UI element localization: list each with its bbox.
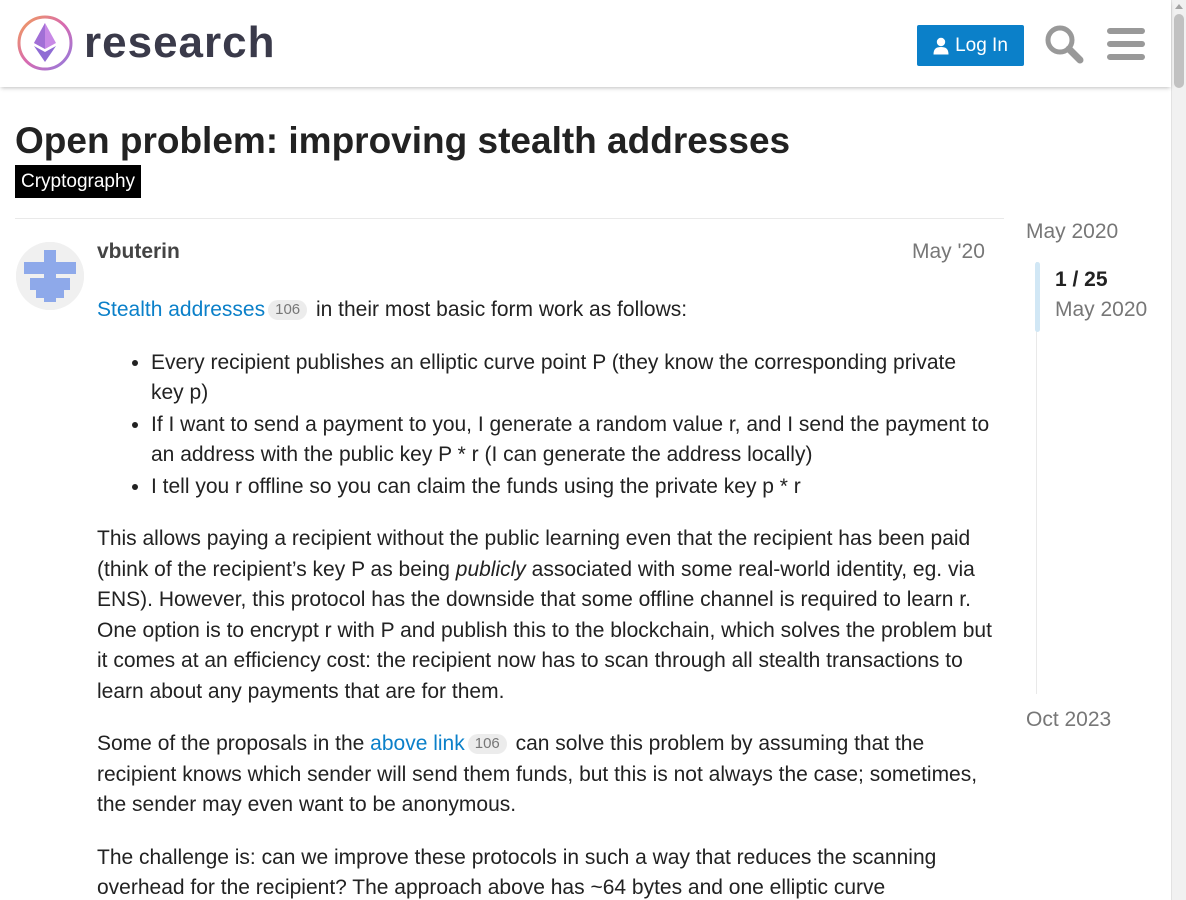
- list-item: I tell you r offline so you can claim th…: [151, 472, 992, 503]
- site-name: research: [84, 18, 276, 67]
- site-logo[interactable]: research: [16, 14, 275, 72]
- link-click-count: 106: [268, 300, 308, 320]
- post-date[interactable]: May '20: [912, 240, 985, 264]
- post-paragraph: Stealth addresses 106 in their most basic…: [97, 295, 992, 326]
- topic-title[interactable]: Open problem: improving stealth addresse…: [15, 120, 790, 162]
- post-paragraph: Some of the proposals in the above link 1…: [97, 729, 992, 821]
- list-item: Every recipient publishes an elliptic cu…: [151, 348, 992, 409]
- paragraph-text: in their most basic form work as follows…: [310, 298, 688, 321]
- title-divider: [15, 218, 1004, 219]
- above-link[interactable]: above link: [370, 732, 465, 755]
- bullet-list: Every recipient publishes an elliptic cu…: [151, 348, 992, 503]
- timeline-position-date: May 2020: [1055, 298, 1148, 321]
- timeline-position: 1 / 25: [1055, 268, 1108, 291]
- post-paragraph: This allows paying a recipient without t…: [97, 524, 992, 707]
- user-avatar-icon: [16, 242, 84, 310]
- emphasis-text: publicly: [455, 557, 526, 581]
- login-label: Log In: [955, 34, 1008, 56]
- site-header: research Log In: [0, 0, 1171, 87]
- page-scrollbar[interactable]: [1171, 0, 1186, 900]
- ethereum-logo-icon: [17, 15, 73, 71]
- post-paragraph: The challenge is: can we improve these p…: [97, 845, 937, 900]
- scroll-thumb[interactable]: [1174, 14, 1184, 88]
- search-icon: [1045, 25, 1084, 64]
- user-icon: [933, 37, 949, 54]
- post-author[interactable]: vbuterin: [97, 240, 180, 264]
- timeline-handle[interactable]: [1035, 262, 1040, 332]
- scroll-up-arrow-icon[interactable]: [1175, 4, 1183, 9]
- login-button[interactable]: Log In: [917, 25, 1024, 66]
- list-item: If I want to send a payment to you, I ge…: [151, 410, 992, 471]
- avatar[interactable]: [16, 242, 84, 310]
- paragraph-text: Some of the proposals in the: [97, 732, 371, 755]
- category-badge[interactable]: Cryptography: [15, 165, 142, 198]
- timeline-end-date[interactable]: Oct 2023: [1026, 708, 1111, 732]
- timeline-start-date[interactable]: May 2020: [1026, 220, 1118, 244]
- post-body: Stealth addresses 106 in their most basic…: [97, 295, 992, 900]
- menu-button[interactable]: [1104, 22, 1148, 66]
- stealth-addresses-link[interactable]: Stealth addresses: [97, 298, 265, 321]
- hamburger-menu-icon: [1107, 28, 1145, 60]
- search-button[interactable]: [1042, 22, 1086, 66]
- link-click-count: 106: [467, 734, 507, 754]
